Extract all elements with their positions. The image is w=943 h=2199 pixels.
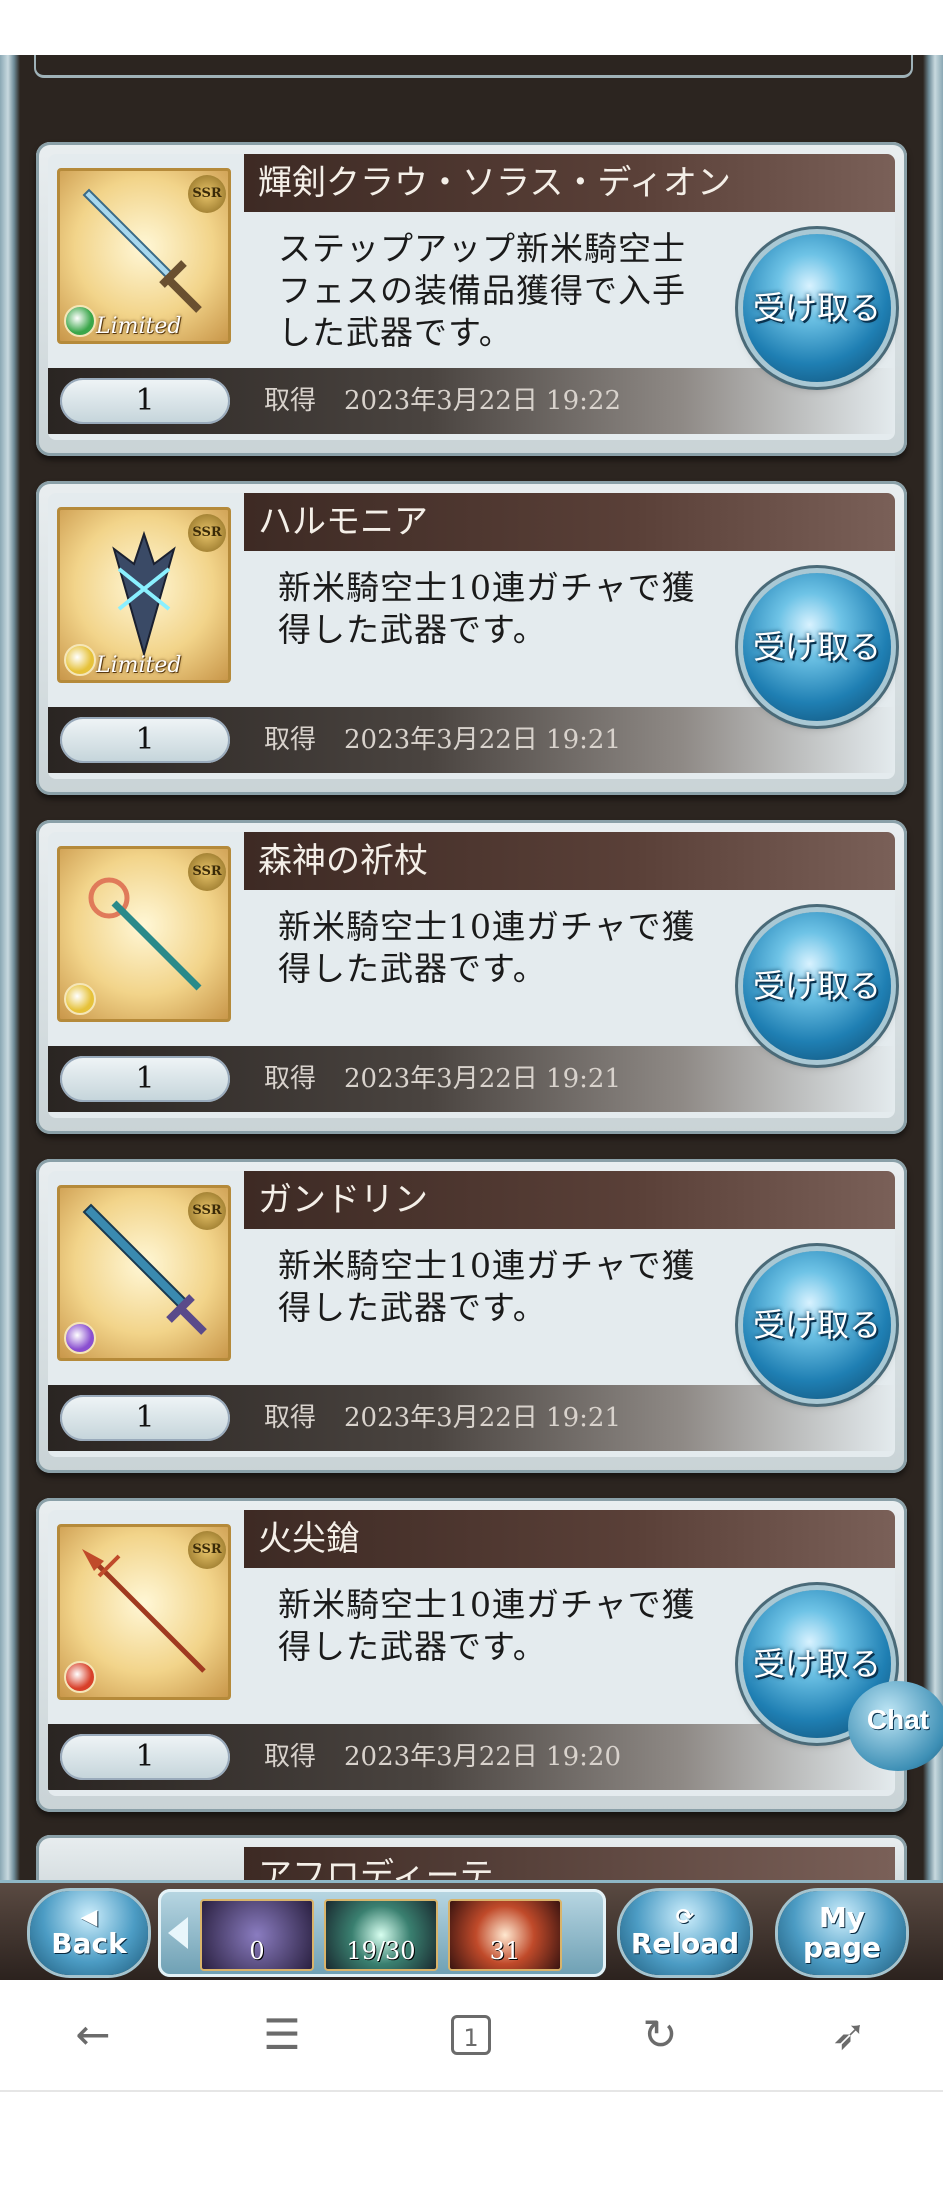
item-info-row: 1 取得 2023年3月22日 19:20 [48, 1724, 895, 1790]
acquired-label: 取得 [264, 1403, 317, 1433]
item-description: ステップアップ新米騎空士 フェスの装備品獲得で入手 した武器です。 [278, 228, 738, 354]
list-item: SSR ガンドリン新米騎空士10連ガチャで獲 得した武器です。 1 取得 2023年3月2… [36, 1159, 907, 1473]
item-description: 新米騎空士10連ガチャで獲 得した武器です。 [278, 1245, 738, 1329]
item-description-line: 新米騎空士10連ガチャで獲 [278, 907, 696, 946]
acquired-date: 2023年3月22日 19:21 [344, 1064, 621, 1094]
acquired-label: 取得 [264, 1064, 317, 1094]
ssr-rarity-badge: SSR [188, 853, 226, 891]
acquired-date: 2023年3月22日 19:20 [344, 1742, 621, 1772]
item-description-line: 得した武器です。 [278, 1288, 547, 1327]
tray-item-2[interactable]: 19/30 [324, 1899, 438, 1971]
list-item-partial[interactable]: アフロディーテ [36, 1835, 907, 1880]
receive-button[interactable]: 受け取る [743, 1251, 891, 1399]
acquired-date: 2023年3月22日 19:21 [344, 1403, 621, 1433]
reload-icon: ⟳ [675, 1905, 695, 1930]
mypage-button[interactable]: My page [778, 1891, 906, 1975]
back-arrow-icon: ◀ [80, 1905, 98, 1930]
acquired-label: 取得 [264, 386, 317, 416]
item-description-line: ステップアップ新米騎空士 [278, 229, 686, 268]
item-name: ハルモニア [244, 493, 895, 551]
item-description-line: 得した武器です。 [278, 610, 547, 649]
quantity-badge: 1 [60, 1734, 230, 1780]
item-name: 火尖鎗 [244, 1510, 895, 1568]
mypage-label-line1: My [818, 1901, 866, 1934]
element-orb-icon [64, 1661, 96, 1693]
item-description: 新米騎空士10連ガチャで獲 得した武器です。 [278, 1584, 738, 1668]
tray-item-3[interactable]: 31 [448, 1899, 562, 1971]
quantity-badge: 1 [60, 378, 230, 424]
acquired-label: 取得 [264, 725, 317, 755]
item-description-line: 新米騎空士10連ガチャで獲 [278, 1246, 696, 1285]
item-info-row: 1 取得 2023年3月22日 19:21 [48, 707, 895, 773]
tray-left-arrow-icon[interactable] [168, 1917, 188, 1949]
quantity-badge: 1 [60, 717, 230, 763]
status-bar-area [0, 0, 943, 55]
mypage-label-line2: page [803, 1931, 881, 1964]
tab-count: 1 [451, 2015, 491, 2055]
item-name: 輝剣クラウ・ソラス・ディオン [244, 154, 895, 212]
weapon-thumbnail[interactable]: SSR Limited [57, 507, 231, 683]
ssr-rarity-badge: SSR [188, 1192, 226, 1230]
acquired-date: 2023年3月22日 19:22 [344, 386, 621, 416]
weapon-thumbnail[interactable]: SSR [57, 1524, 231, 1700]
receive-button[interactable]: 受け取る [743, 234, 891, 382]
limited-tag: Limited [96, 314, 182, 339]
element-orb-icon [64, 983, 96, 1015]
back-button[interactable]: ◀ Back [30, 1891, 148, 1975]
list-item: SSR 火尖鎗新米騎空士10連ガチャで獲 得した武器です。 1 取得 2023年3月22日… [36, 1498, 907, 1812]
gift-box-list: SSR Limited 輝剣クラウ・ソラス・ディオンステップアップ新米騎空士 フェスの… [0, 55, 943, 1880]
acquired-label: 取得 [264, 1742, 317, 1772]
item-description-line: 新米騎空士10連ガチャで獲 [278, 1585, 696, 1624]
item-description: 新米騎空士10連ガチャで獲 得した武器です。 [278, 567, 738, 651]
item-name: 森神の祈杖 [244, 832, 895, 890]
quantity-badge: 1 [60, 1395, 230, 1441]
receive-button[interactable]: 受け取る [743, 912, 891, 1060]
acquired-date: 2023年3月22日 19:21 [344, 725, 621, 755]
item-name: アフロディーテ [244, 1847, 895, 1880]
item-description-line: フェスの装備品獲得で入手 [278, 271, 686, 310]
item-info-row: 1 取得 2023年3月22日 19:21 [48, 1385, 895, 1451]
list-item: SSR Limited ハルモニア新米騎空士10連ガチャで獲 得した武器です。 1 取得 2… [36, 481, 907, 795]
quantity-badge: 1 [60, 1056, 230, 1102]
item-description-line: した武器です。 [278, 313, 513, 352]
item-description: 新米騎空士10連ガチャで獲 得した武器です。 [278, 906, 738, 990]
element-orb-icon [64, 644, 96, 676]
weapon-thumbnail[interactable]: SSR [57, 1185, 231, 1361]
rocket-icon[interactable]: ➶ [824, 2010, 874, 2060]
refresh-icon[interactable]: ↻ [635, 2010, 685, 2060]
back-label: Back [51, 1927, 127, 1960]
back-arrow-icon[interactable]: ← [68, 2010, 118, 2060]
item-info-row: 1 取得 2023年3月22日 19:22 [48, 368, 895, 434]
list-item: SSR 森神の祈杖新米騎空士10連ガチャで獲 得した武器です。 1 取得 2023年3月2… [36, 820, 907, 1134]
item-description-line: 得した武器です。 [278, 949, 547, 988]
ssr-rarity-badge: SSR [188, 1531, 226, 1569]
list-top-frame [34, 55, 913, 78]
ssr-rarity-badge: SSR [188, 175, 226, 213]
reload-label: Reload [630, 1927, 740, 1960]
receive-button[interactable]: 受け取る [743, 573, 891, 721]
browser-toolbar: ← ☰ 1 ↻ ➶ [0, 1980, 943, 2092]
item-description-line: 得した武器です。 [278, 1627, 547, 1666]
weapon-thumbnail[interactable]: SSR Limited [57, 168, 231, 344]
tray-item-1[interactable]: 0 [200, 1899, 314, 1971]
item-tray: 0 19/30 31 [158, 1889, 606, 1977]
menu-icon[interactable]: ☰ [257, 2010, 307, 2060]
game-bottom-nav: ◀ Back 0 19/30 31 ⟳ Reload My page [0, 1880, 943, 1983]
item-name: ガンドリン [244, 1171, 895, 1229]
item-description-line: 新米騎空士10連ガチャで獲 [278, 568, 696, 607]
ssr-rarity-badge: SSR [188, 514, 226, 552]
reload-button[interactable]: ⟳ Reload [620, 1891, 750, 1975]
tabs-button[interactable]: 1 [446, 2010, 496, 2060]
chat-button[interactable]: Chat [848, 1681, 943, 1771]
item-info-row: 1 取得 2023年3月22日 19:21 [48, 1046, 895, 1112]
list-item: SSR Limited 輝剣クラウ・ソラス・ディオンステップアップ新米騎空士 フェスの… [36, 142, 907, 456]
weapon-thumbnail[interactable]: SSR [57, 846, 231, 1022]
element-orb-icon [64, 1322, 96, 1354]
limited-tag: Limited [96, 653, 182, 678]
element-orb-icon [64, 305, 96, 337]
